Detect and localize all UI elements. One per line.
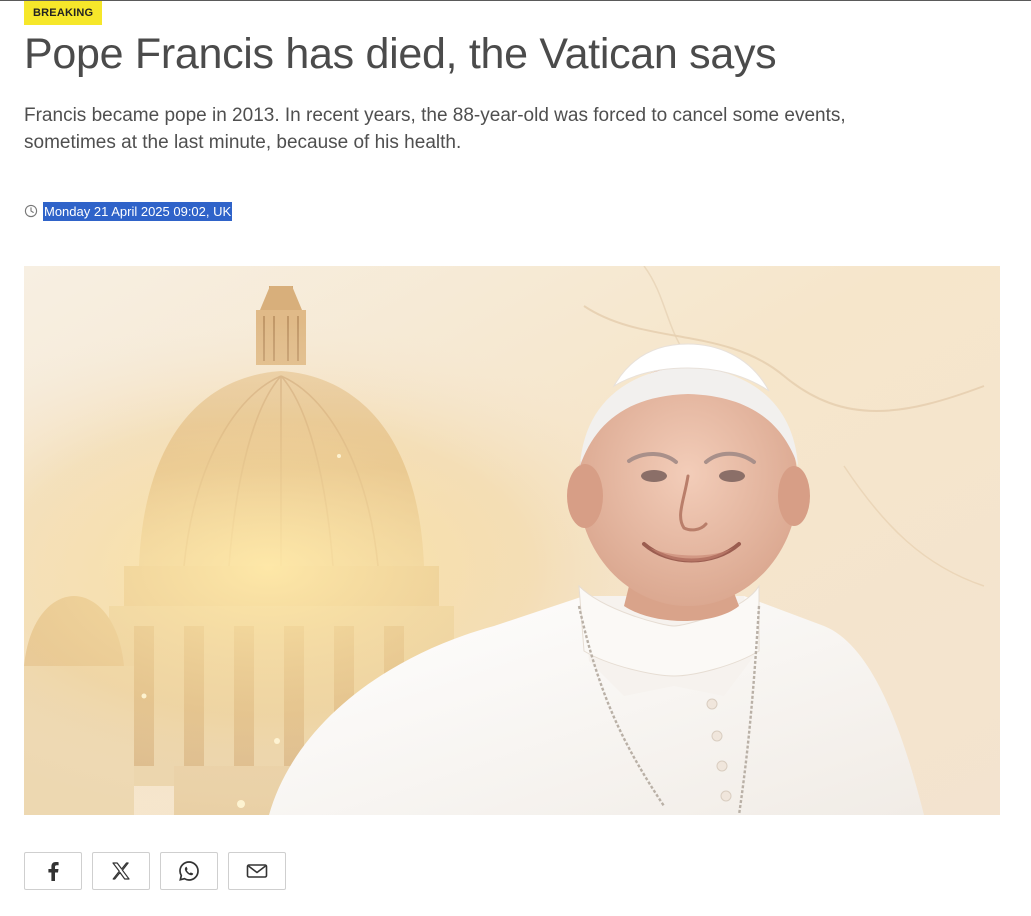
share-bar — [24, 852, 286, 890]
x-icon — [111, 861, 131, 881]
hero-image — [24, 266, 1000, 815]
article-standfirst: Francis became pope in 2013. In recent y… — [24, 105, 846, 153]
article-timestamp: Monday 21 April 2025 09:02, UK — [24, 201, 233, 221]
email-icon — [246, 863, 268, 879]
timestamp-text[interactable]: Monday 21 April 2025 09:02, UK — [43, 201, 233, 221]
article-headline: Pope Francis has died, the Vatican says — [24, 30, 777, 78]
share-x-button[interactable] — [92, 852, 150, 890]
share-facebook-button[interactable] — [24, 852, 82, 890]
whatsapp-icon — [178, 860, 200, 882]
facebook-icon — [46, 861, 60, 881]
breaking-badge: BREAKING — [24, 1, 103, 25]
share-whatsapp-button[interactable] — [160, 852, 218, 890]
clock-icon — [24, 204, 38, 218]
top-divider — [0, 0, 1031, 1]
share-email-button[interactable] — [228, 852, 286, 890]
